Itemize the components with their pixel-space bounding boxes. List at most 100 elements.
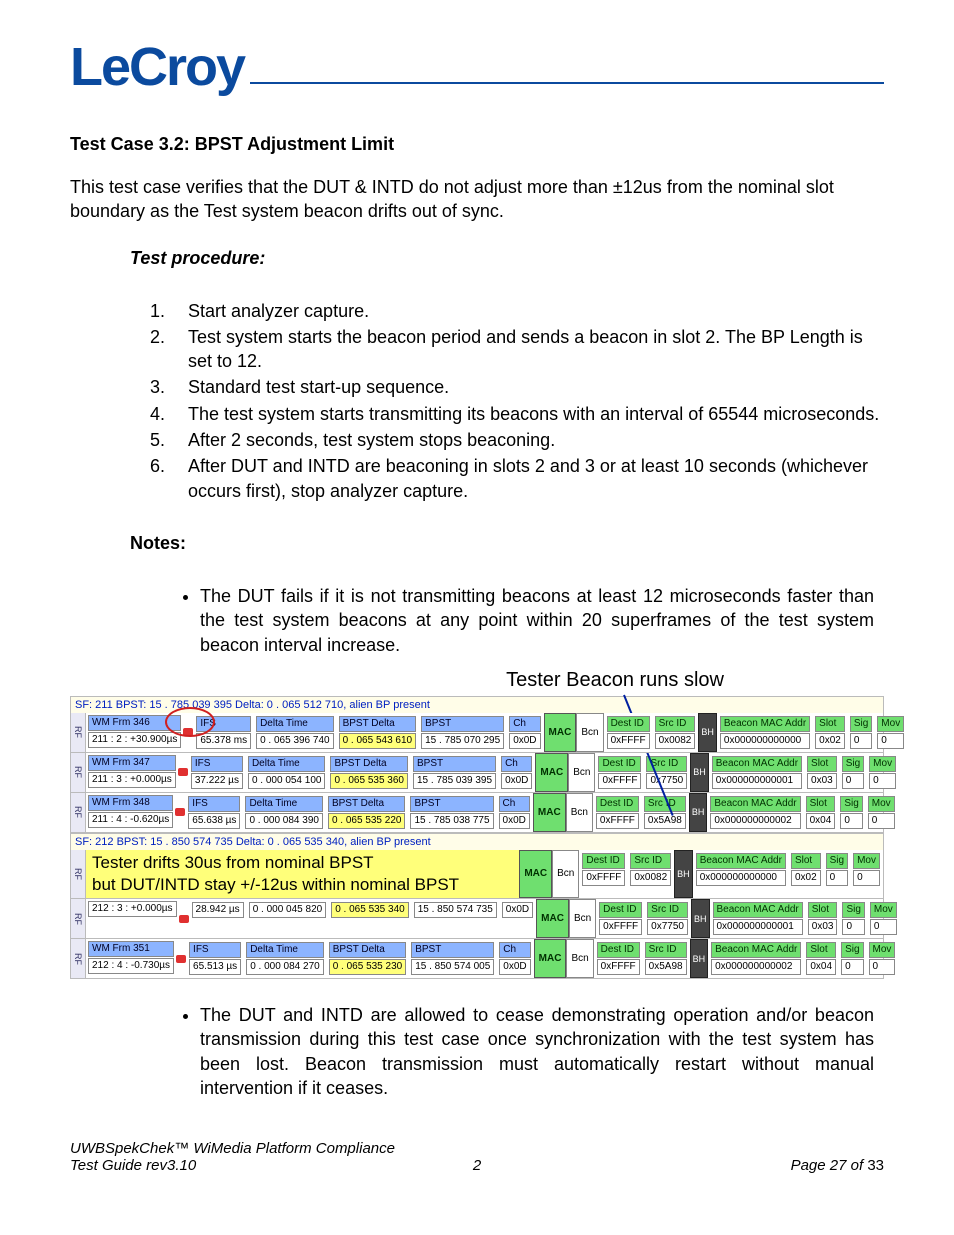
sig-value: 0 [841, 959, 863, 975]
sig-value: 0 [842, 919, 864, 935]
wm-frame-label: WM Frm 351 [88, 941, 174, 957]
sig-value: 0 [850, 733, 872, 749]
footer-title: UWBSpekChek™ WiMedia Platform Compliance [70, 1140, 473, 1157]
col-ch: Ch [501, 756, 532, 772]
bcn-label: Bcn [569, 899, 596, 938]
drift-annotation: Tester drifts 30us from nominal BPST but… [86, 850, 519, 898]
sig-value: 0 [826, 870, 848, 886]
note-item: The DUT and INTD are allowed to cease de… [200, 1003, 874, 1100]
col-src-id: Src ID [655, 716, 696, 732]
rf-label: RF [71, 713, 86, 752]
rf-label: RF [71, 899, 86, 938]
brand-header: LeCroy [70, 40, 884, 94]
col-delta-time: Delta Time [248, 756, 326, 772]
col-ifs: IFS [189, 942, 241, 958]
footer-center: 2 [473, 1157, 481, 1174]
col-sig: Sig [840, 796, 862, 812]
col-src-id: Src ID [646, 756, 687, 772]
mac-badge: MAC [519, 850, 552, 898]
col-mov: Mov [868, 796, 895, 812]
note-item: The DUT fails if it is not transmitting … [200, 584, 874, 657]
col-slot: Slot [806, 796, 836, 812]
col-sig: Sig [826, 853, 848, 869]
ifs-value: 37.222 µs [191, 773, 243, 789]
col-bpst: BPST [413, 756, 496, 772]
col-mac-addr: Beacon MAC Addr [710, 796, 800, 812]
src-value: 0x7750 [646, 773, 687, 789]
drift-line1: Tester drifts 30us from nominal BPST [92, 852, 513, 874]
col-slot: Slot [807, 756, 837, 772]
col-slot: Slot [815, 716, 845, 732]
ch-value: 0x0D [502, 902, 533, 918]
rf-label: RF [71, 753, 86, 792]
connector-icon [176, 939, 186, 978]
procedure-step: The test system starts transmitting its … [170, 402, 884, 426]
col-sig: Sig [842, 902, 864, 918]
bpst-delta-value: 0 . 065 543 610 [339, 733, 417, 749]
slot-info: 211 : 3 : +0.000µs [88, 772, 176, 788]
superframe-header: SF: 212 BPST: 15 . 850 574 735 Delta: 0 … [70, 833, 884, 850]
src-value: 0x5A98 [645, 959, 687, 975]
mac-badge: MAC [536, 899, 569, 938]
col-delta-time: Delta Time [246, 942, 324, 958]
col-sig: Sig [850, 716, 872, 732]
procedure-step: After 2 seconds, test system stops beaco… [170, 428, 884, 452]
wm-frame-label: WM Frm 346 [88, 715, 181, 731]
bpst-value: 15 . 850 574 735 [414, 902, 497, 918]
frame-row: RF WM Frm 347 211 : 3 : +0.000µs IFS37.2… [70, 753, 884, 793]
col-ch: Ch [499, 796, 530, 812]
col-dest-id: Dest ID [598, 756, 641, 772]
procedure-heading: Test procedure: [130, 248, 884, 269]
dest-value: 0xFFFF [598, 773, 641, 789]
frame-row: RF WM Frm 351 212 : 4 : -0.730µs IFS65.5… [70, 939, 884, 979]
bh-badge: BH [690, 753, 709, 792]
annotation-beacon-slow: Tester Beacon runs slow [70, 669, 884, 692]
page-footer: UWBSpekChek™ WiMedia Platform Compliance… [70, 1140, 884, 1174]
connector-icon [178, 753, 188, 792]
procedure-list: Start analyzer capture. Test system star… [70, 299, 884, 503]
mov-value: 0 [877, 733, 904, 749]
col-mac-addr: Beacon MAC Addr [711, 942, 801, 958]
delta-value: 0 . 000 054 100 [248, 773, 326, 789]
col-dest-id: Dest ID [596, 796, 639, 812]
col-bpst-delta: BPST Delta [329, 942, 407, 958]
bcn-label: Bcn [566, 793, 593, 832]
mac-addr-value: 0x000000000000 [696, 870, 786, 886]
slot-value: 0x02 [791, 870, 821, 886]
bpst-value: 15 . 785 039 395 [413, 773, 496, 789]
mov-value: 0 [870, 919, 897, 935]
delta-value: 0 . 065 396 740 [256, 733, 334, 749]
dest-value: 0xFFFF [597, 959, 640, 975]
connector-icon [175, 793, 185, 832]
bcn-label: Bcn [552, 850, 579, 898]
sig-value: 0 [842, 773, 864, 789]
mac-addr-value: 0x000000000001 [713, 919, 803, 935]
ifs-value: 28.942 µs [192, 902, 244, 918]
col-mac-addr: Beacon MAC Addr [720, 716, 810, 732]
bcn-label: Bcn [566, 939, 593, 978]
col-src-id: Src ID [644, 796, 686, 812]
drift-annotation-row: RF Tester drifts 30us from nominal BPST … [70, 850, 884, 899]
col-bpst-delta: BPST Delta [328, 796, 406, 812]
procedure-step: Start analyzer capture. [170, 299, 884, 323]
bpst-delta-value: 0 . 065 535 360 [330, 773, 408, 789]
ch-value: 0x0D [499, 959, 530, 975]
mov-value: 0 [853, 870, 880, 886]
dest-value: 0xFFFF [599, 919, 642, 935]
col-mov: Mov [870, 902, 897, 918]
mac-addr-value: 0x000000000002 [710, 813, 800, 829]
frame-row: RF WM Frm 348 211 : 4 : -0.620µs IFS65.6… [70, 793, 884, 833]
col-bpst: BPST [421, 716, 504, 732]
procedure-step: Test system starts the beacon period and… [170, 325, 884, 374]
slot-value: 0x04 [806, 959, 836, 975]
col-mac-addr: Beacon MAC Addr [712, 756, 802, 772]
col-mac-addr: Beacon MAC Addr [713, 902, 803, 918]
wm-frame-label: WM Frm 347 [88, 755, 176, 771]
col-src-id: Src ID [647, 902, 688, 918]
mac-addr-value: 0x000000000001 [712, 773, 802, 789]
col-slot: Slot [806, 942, 836, 958]
bh-badge: BH [698, 713, 717, 752]
col-dest-id: Dest ID [607, 716, 650, 732]
col-delta-time: Delta Time [256, 716, 334, 732]
ch-value: 0x0D [509, 733, 540, 749]
